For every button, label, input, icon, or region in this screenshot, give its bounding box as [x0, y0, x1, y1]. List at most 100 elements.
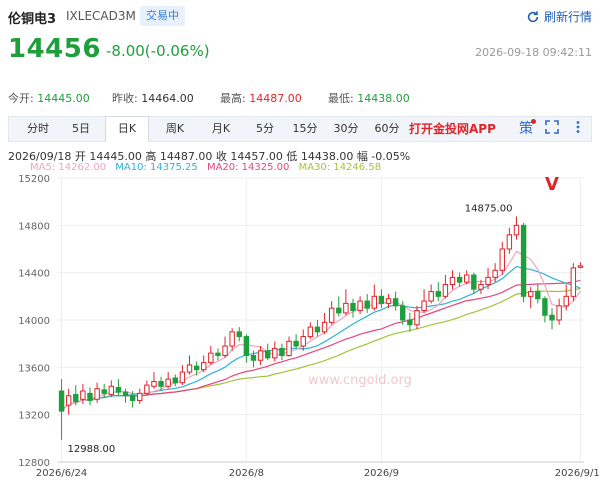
v-marker: V	[545, 174, 559, 195]
candle-body	[442, 284, 449, 297]
tab-5day[interactable]: 5日	[61, 117, 101, 141]
candle-body	[371, 295, 378, 309]
y-tick-label: 14400	[18, 269, 50, 280]
fullscreen-icon[interactable]	[543, 120, 561, 138]
tab-60min[interactable]: 60分	[367, 117, 407, 141]
refresh-button[interactable]: 刷新行情	[526, 8, 592, 25]
candle-body	[94, 388, 100, 400]
candle-body	[350, 302, 356, 312]
candle-body	[485, 276, 491, 286]
candle-body	[73, 394, 79, 403]
x-tick-label: 2026/9/18	[555, 468, 600, 479]
candle-body	[378, 295, 385, 304]
candle-body	[428, 291, 434, 302]
y-tick-label: 15200	[18, 174, 50, 185]
candle-body	[158, 381, 164, 387]
candle-body	[272, 347, 278, 359]
candle-body	[144, 384, 150, 394]
stat-prev-close: 昨收: 14464.00	[112, 90, 194, 106]
candle-body	[87, 392, 93, 401]
refresh-label: 刷新行情	[543, 10, 592, 24]
refresh-icon	[527, 10, 539, 22]
candle-body	[279, 347, 285, 356]
stat-label: 昨收:	[112, 92, 138, 105]
candle-body	[179, 371, 186, 384]
candle-body	[513, 224, 520, 236]
last-price: 14456	[8, 34, 101, 64]
candle-body	[172, 377, 178, 384]
candle-body	[520, 224, 527, 297]
candle-body	[229, 331, 235, 347]
x-tick-label: 2026/9	[364, 468, 399, 479]
high-annotation: 14875.00	[465, 203, 513, 214]
candle-body	[58, 390, 65, 412]
quote-timestamp: 2026-09-18 09:42:11	[475, 46, 592, 59]
candle-body	[222, 345, 228, 357]
stat-value: 14487.00	[249, 92, 302, 105]
tab-15min[interactable]: 15分	[285, 117, 325, 141]
candle-body	[314, 326, 321, 333]
candle-body	[343, 302, 349, 314]
candle-body	[364, 300, 370, 309]
candle-body	[556, 305, 562, 321]
candle-body	[400, 305, 406, 321]
candle-body	[108, 385, 115, 396]
stat-open: 今开: 14445.00	[8, 90, 90, 106]
tab-30min[interactable]: 30分	[325, 117, 367, 141]
tab-timeshare[interactable]: 分时	[15, 117, 61, 141]
tab-daily-k[interactable]: 日K	[105, 116, 149, 142]
stats-row: 今开: 14445.00 昨收: 14464.00 最高: 14487.00 最…	[8, 90, 598, 106]
expand-icon	[545, 120, 559, 134]
candle-body	[492, 269, 498, 278]
stat-value: 14445.00	[37, 92, 90, 105]
period-tabs: 分时 5日 日K 周K 月K 5分 15分 30分 60分 打开金投网APP 策	[8, 116, 592, 142]
candle-body	[577, 265, 584, 268]
candle-body	[215, 352, 221, 356]
kline-chart[interactable]: 128001320013600140001440014800152002026/…	[0, 170, 600, 480]
candle-body	[527, 291, 534, 297]
low-annotation: 12988.00	[68, 444, 116, 455]
candle-body	[137, 392, 143, 401]
stat-label: 最高:	[220, 92, 246, 105]
candle-body	[385, 298, 392, 304]
candle-body	[115, 386, 122, 393]
candle-body	[414, 310, 420, 326]
stat-label: 最低:	[328, 92, 354, 105]
candle-body	[570, 267, 577, 297]
strategy-icon[interactable]: 策	[517, 119, 536, 138]
candle-body	[336, 307, 342, 314]
instrument-code: IXLECAD3M	[66, 9, 136, 23]
tab-weekly-k[interactable]: 周K	[153, 117, 197, 141]
candle-body	[321, 321, 328, 333]
candle-body	[421, 300, 427, 312]
settings-dots-icon[interactable]	[569, 120, 587, 138]
y-tick-label: 14800	[18, 221, 50, 232]
tab-5min[interactable]: 5分	[245, 117, 285, 141]
tab-monthly-k[interactable]: 月K	[199, 117, 243, 141]
status-badge: 交易中	[140, 6, 185, 26]
x-tick-label: 2026/6/24	[36, 468, 87, 479]
stat-low: 最低: 14438.00	[328, 90, 410, 106]
candle-body	[165, 378, 171, 387]
candle-body	[563, 295, 569, 307]
stat-value: 14464.00	[141, 92, 194, 105]
candle-body	[250, 355, 257, 361]
y-tick-label: 13200	[18, 411, 50, 422]
candle-body	[101, 389, 107, 394]
candle-body	[449, 276, 456, 286]
candle-body	[236, 331, 242, 338]
candle-body	[193, 365, 200, 371]
candle-body	[208, 352, 214, 364]
candle-body	[357, 300, 363, 312]
candle-body	[122, 391, 129, 397]
candle-body	[499, 248, 505, 271]
y-tick-label: 13600	[18, 363, 50, 374]
open-app-link[interactable]: 打开金投网APP	[409, 117, 496, 141]
quote-header: 伦铜电3 IXLECAD3M 交易中 刷新行情	[0, 0, 600, 32]
candle-body	[151, 381, 157, 387]
candle-body	[293, 340, 299, 347]
candle-body	[549, 314, 555, 321]
candle-body	[243, 336, 250, 356]
candle-body	[407, 319, 413, 326]
candle-body	[535, 291, 541, 300]
